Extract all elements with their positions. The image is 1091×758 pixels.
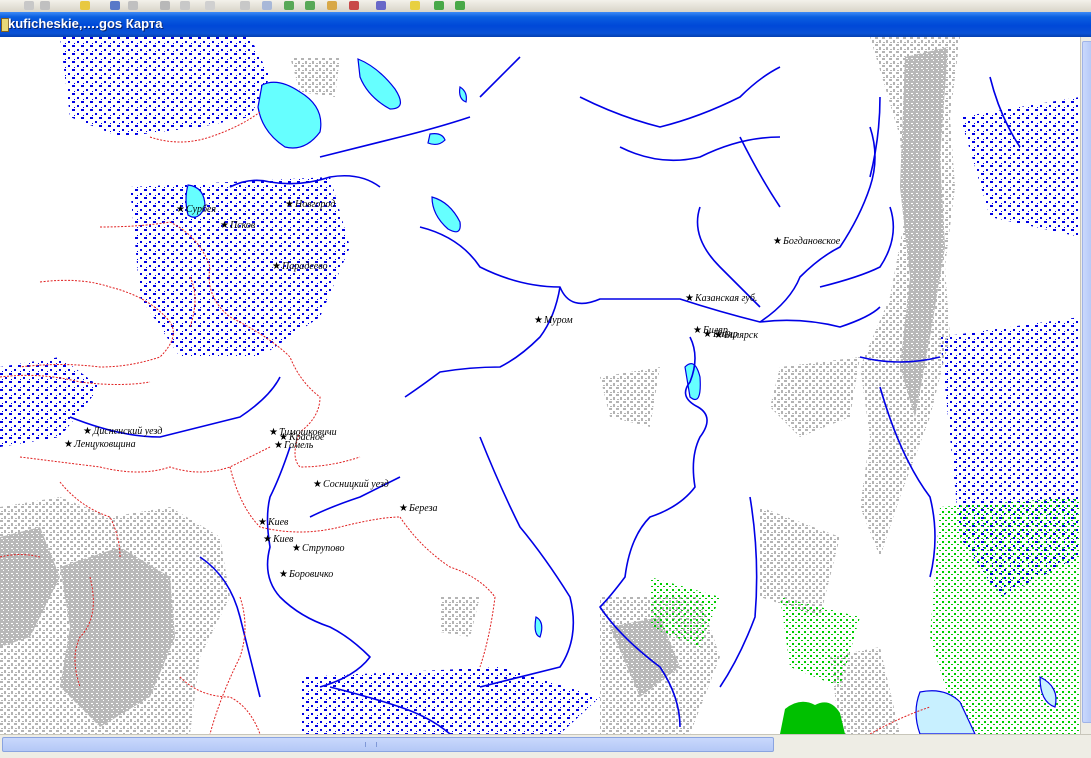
place-marker[interactable]: ★Парадеево: [272, 262, 327, 272]
place-marker[interactable]: ★Киев: [263, 535, 293, 545]
star-icon: ★: [269, 427, 278, 438]
star-icon: ★: [258, 517, 267, 528]
paste-icon[interactable]: [205, 1, 215, 10]
globe-icon[interactable]: [455, 1, 465, 10]
toolbar-icon[interactable]: [349, 1, 359, 10]
horizontal-scroll-thumb[interactable]: [2, 737, 774, 752]
star-icon: ★: [220, 220, 229, 231]
toolbar-icon[interactable]: [128, 1, 138, 10]
place-marker[interactable]: ★Билярск: [714, 331, 758, 341]
place-marker[interactable]: ★Береза: [399, 504, 438, 514]
toolbar-icon[interactable]: [24, 1, 34, 10]
place-marker[interactable]: ★Казанская губ.: [685, 294, 757, 304]
star-icon: ★: [685, 293, 694, 304]
star-icon: ★: [703, 329, 712, 340]
scroll-grip-icon: [365, 742, 377, 747]
place-marker[interactable]: ★Богдановское: [773, 237, 840, 247]
window-titlebar[interactable]: kuficheskie,….gos Карта: [0, 12, 1091, 37]
toolbar-icon[interactable]: [40, 1, 50, 10]
info-icon[interactable]: [376, 1, 386, 10]
star-icon: ★: [534, 315, 543, 326]
toolbar-icon[interactable]: [434, 1, 444, 10]
save-icon[interactable]: [110, 1, 120, 10]
star-icon: ★: [313, 479, 322, 490]
toolbar-icon[interactable]: [305, 1, 315, 10]
star-icon: ★: [272, 261, 281, 272]
place-marker[interactable]: ★Струпово: [292, 544, 345, 554]
map-canvas[interactable]: ★Сурбея ★Новгород ★Псков ★Парадеево ★Бог…: [0, 37, 1080, 734]
folder-icon[interactable]: [80, 1, 90, 10]
place-marker[interactable]: ★Муром: [534, 316, 573, 326]
star-icon: ★: [399, 503, 408, 514]
vertical-scrollbar[interactable]: [1080, 37, 1091, 734]
star-icon: ★: [714, 330, 723, 341]
copy-icon[interactable]: [180, 1, 190, 10]
window-title: kuficheskie,….gos Карта: [8, 16, 163, 31]
place-marker[interactable]: ★Боровичко: [279, 570, 333, 580]
cut-icon[interactable]: [160, 1, 170, 10]
toolbar-icon[interactable]: [410, 1, 420, 10]
star-icon: ★: [274, 440, 283, 451]
mountains-ural: [600, 37, 960, 617]
mountains-carpathians: [0, 497, 230, 734]
star-icon: ★: [292, 543, 301, 554]
horizontal-scrollbar[interactable]: [0, 734, 1091, 758]
star-icon: ★: [285, 199, 294, 210]
star-icon: ★: [279, 569, 288, 580]
place-marker[interactable]: ★Новгород: [285, 200, 335, 210]
star-icon: ★: [773, 236, 782, 247]
star-icon: ★: [83, 426, 92, 437]
star-icon: ★: [176, 204, 185, 215]
toolbar-icon[interactable]: [240, 1, 250, 10]
toolbar-icon[interactable]: [262, 1, 272, 10]
place-marker[interactable]: ★Киев: [258, 518, 288, 528]
place-marker[interactable]: ★Гомель: [274, 441, 313, 451]
place-marker[interactable]: ★Псков: [220, 221, 255, 231]
vertical-scroll-thumb[interactable]: [1082, 41, 1091, 723]
place-marker[interactable]: ★Ленцуковщина: [64, 440, 136, 450]
place-marker[interactable]: ★Сурбея: [176, 205, 216, 215]
toolbar-icon[interactable]: [327, 1, 337, 10]
star-icon: ★: [693, 325, 702, 336]
map-layers: [0, 37, 1080, 734]
place-marker[interactable]: ★Дисненский уезд: [83, 427, 162, 437]
star-icon: ★: [263, 534, 272, 545]
star-icon: ★: [64, 439, 73, 450]
toolbar-icon[interactable]: [284, 1, 294, 10]
place-marker[interactable]: ★Сосницкий уезд: [313, 480, 389, 490]
